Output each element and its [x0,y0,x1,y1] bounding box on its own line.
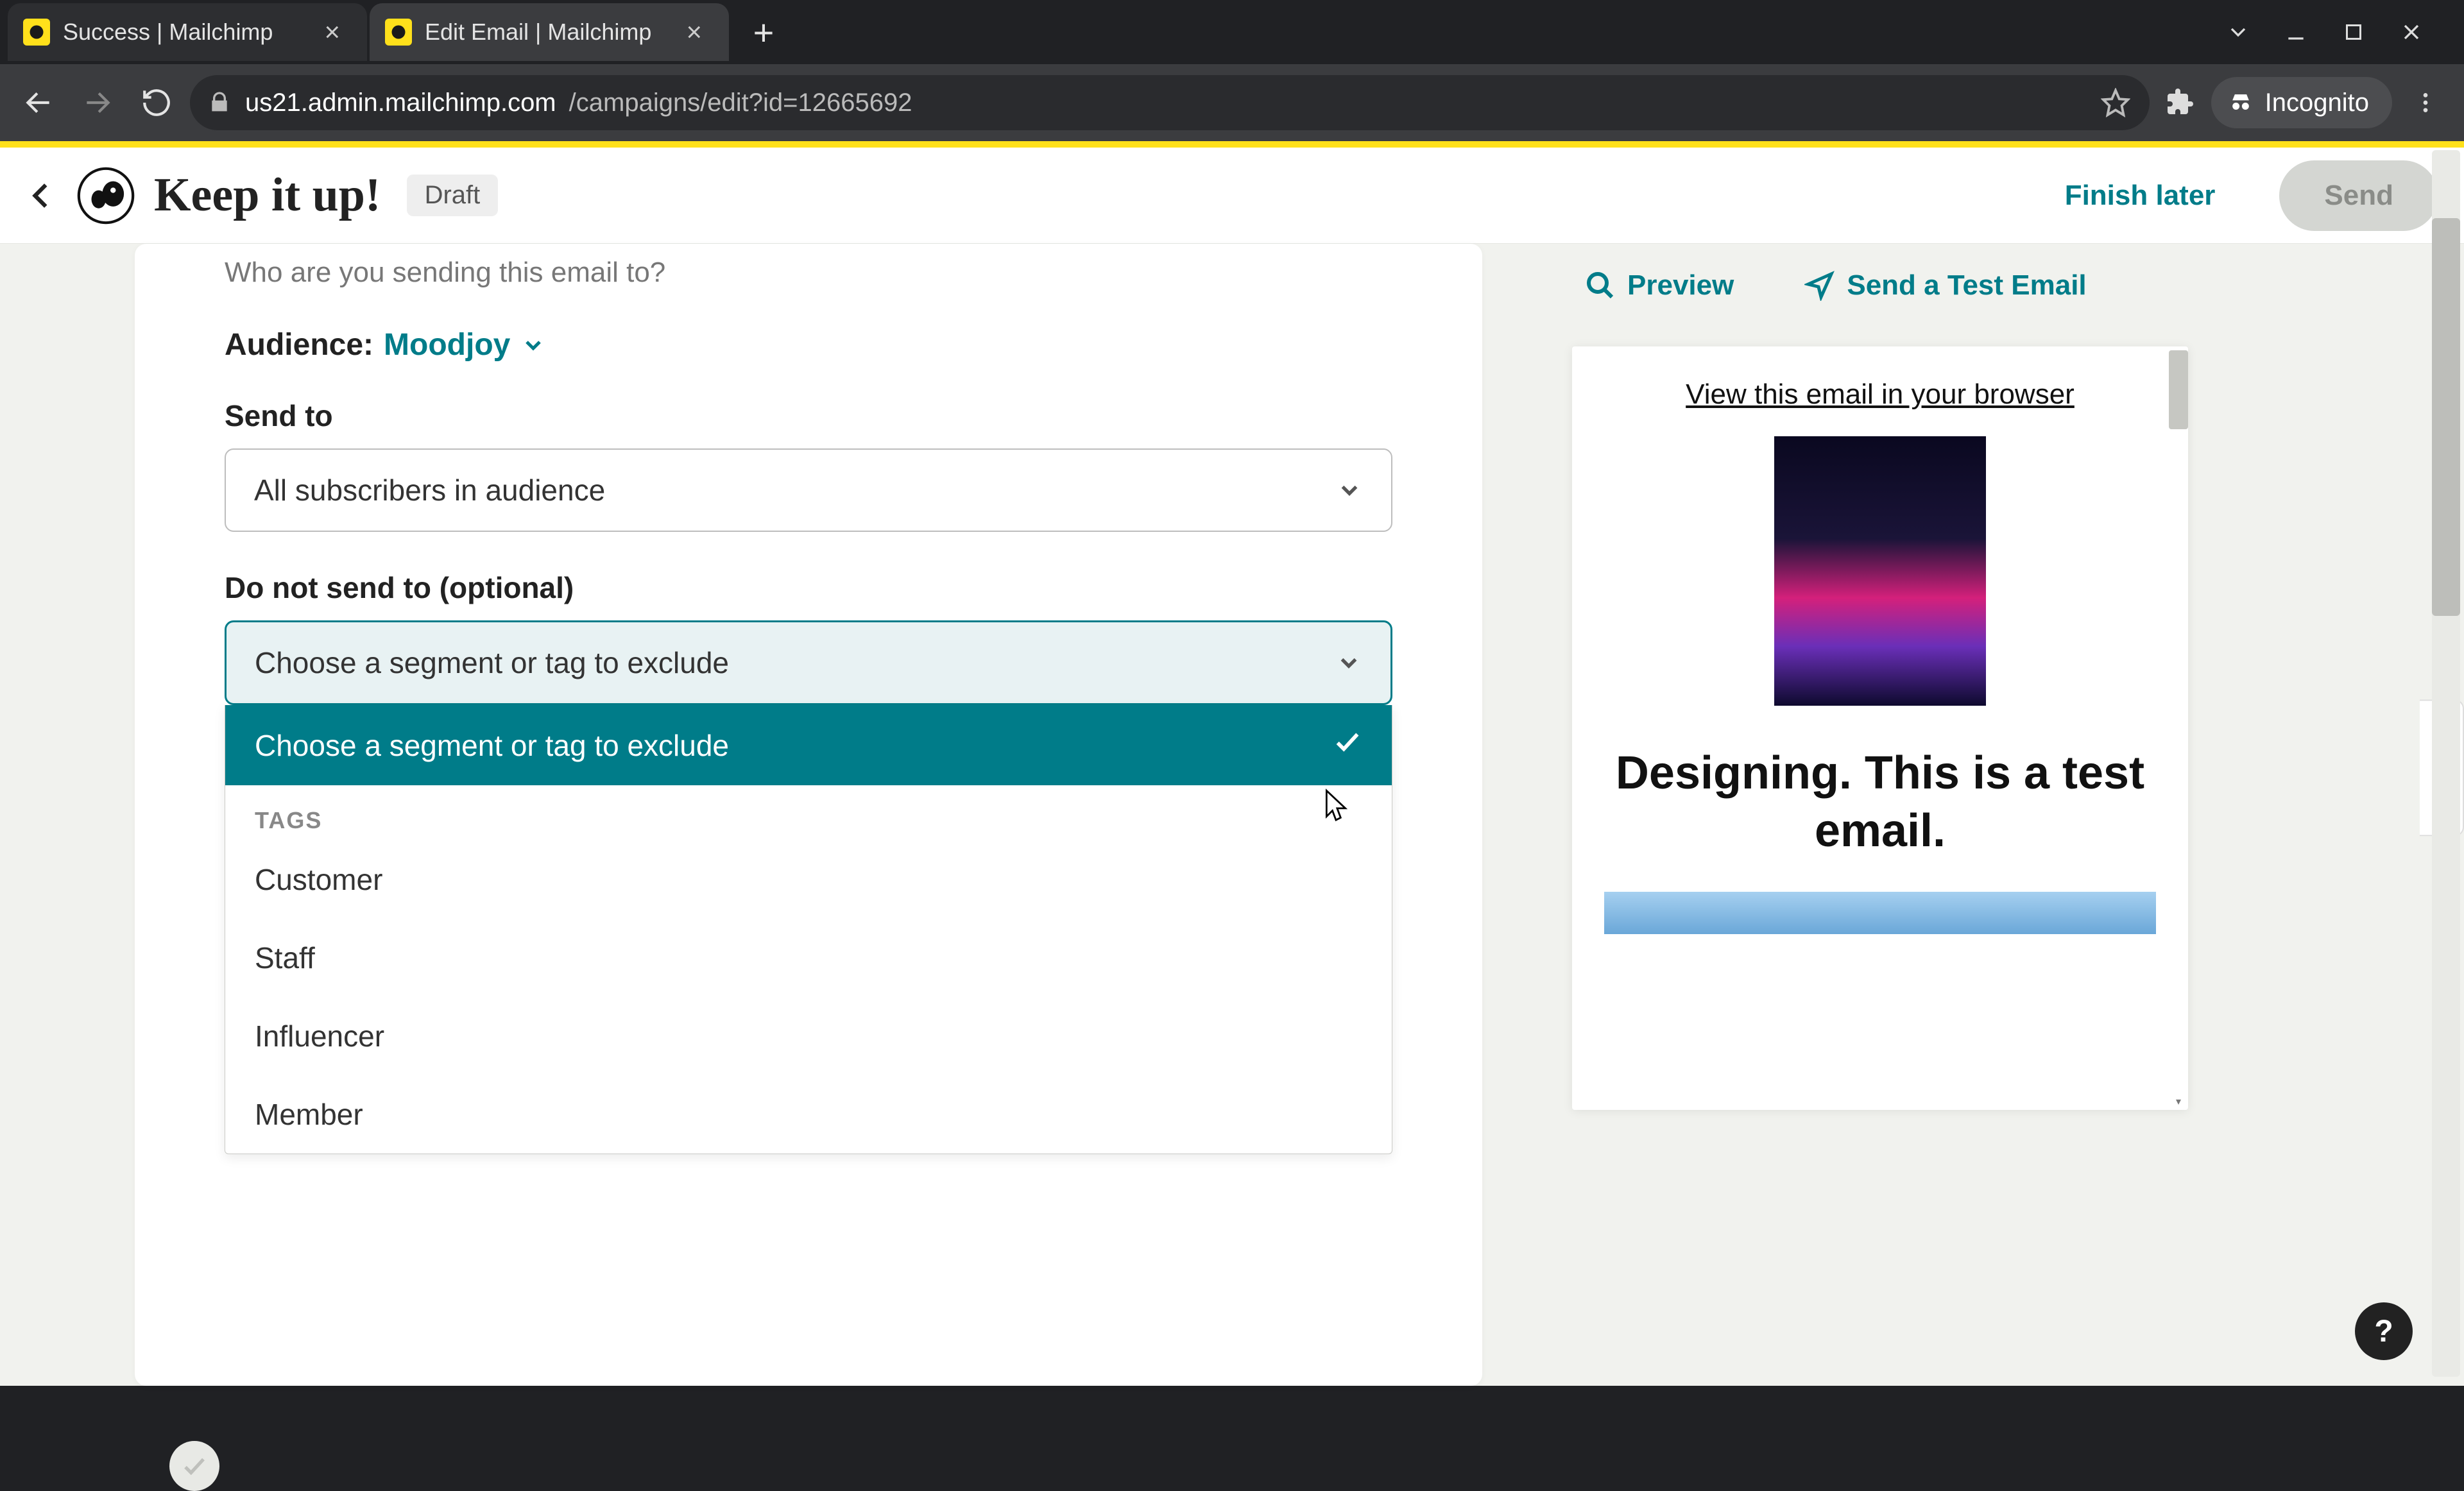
preview-actions: Preview Send a Test Email [1585,269,2304,302]
email-hero-image [1774,436,1986,706]
bookmark-star-icon[interactable] [2101,88,2130,117]
tab-title: Success | Mailchimp [63,19,305,46]
lock-icon [207,90,232,115]
minimize-icon[interactable] [2277,13,2315,51]
reload-button[interactable] [131,77,182,128]
dropdown-option-staff[interactable]: Staff [225,919,1392,997]
audience-row[interactable]: Audience: Moodjoy [225,327,1392,362]
email-preview-panel: ▴ View this email in your browser Design… [1572,346,2188,1110]
editor-card: Who are you sending this email to? Audie… [135,244,1482,1386]
send-to-label: Send to [225,398,1392,433]
chevron-down-icon [520,332,546,358]
browser-chrome: Success | Mailchimp × Edit Email | Mailc… [0,0,2464,141]
dropdown-group-header: TAGS [225,785,1392,840]
send-test-button[interactable]: Send a Test Email [1804,269,2086,302]
send-to-select[interactable]: All subscribers in audience [225,448,1392,532]
step-indicator [169,1441,219,1491]
page-scrollbar-thumb[interactable] [2432,218,2460,616]
audience-label: Audience: [225,327,373,362]
scroll-down-icon[interactable]: ▾ [2169,1092,2188,1110]
chevron-down-icon [1335,649,1362,676]
mailchimp-favicon-icon [23,19,50,46]
email-secondary-image [1604,892,2156,934]
section-subhead: Who are you sending this email to? [225,257,1392,289]
check-icon [1333,727,1362,763]
paper-plane-icon [1804,270,1835,301]
tab-title: Edit Email | Mailchimp [425,19,667,46]
sidebar: Preview Send a Test Email ▴ View this em… [1482,244,2329,1386]
incognito-badge[interactable]: Incognito [2211,77,2392,128]
browser-menu-button[interactable] [2400,77,2451,128]
exclude-label: Do not send to (optional) [225,570,1392,605]
forward-button[interactable] [72,77,123,128]
send-button[interactable]: Send [2279,160,2438,231]
window-controls [2219,13,2456,51]
mailchimp-logo-icon[interactable] [77,167,135,225]
send-test-label: Send a Test Email [1847,269,2086,302]
address-bar: us21.admin.mailchimp.com/campaigns/edit?… [0,64,2464,141]
dropdown-option-influencer[interactable]: Influencer [225,997,1392,1075]
back-button[interactable] [13,77,64,128]
maximize-icon[interactable] [2334,13,2373,51]
preview-scrollbar-thumb[interactable] [2169,350,2188,429]
close-icon[interactable]: × [680,14,708,50]
status-badge: Draft [407,175,499,216]
back-chevron-icon[interactable] [26,180,58,212]
url-path: /campaigns/edit?id=12665692 [569,89,912,117]
send-to-value: All subscribers in audience [254,473,605,507]
url-input[interactable]: us21.admin.mailchimp.com/campaigns/edit?… [190,75,2150,130]
chevron-down-icon [1336,477,1363,504]
extensions-icon[interactable] [2165,87,2196,118]
url-domain: us21.admin.mailchimp.com [245,89,556,117]
dropdown-option-member[interactable]: Member [225,1075,1392,1154]
tab-success[interactable]: Success | Mailchimp × [8,3,367,61]
dropdown-option-customer[interactable]: Customer [225,840,1392,919]
audience-value: Moodjoy [384,327,510,362]
mailchimp-favicon-icon [385,19,412,46]
campaign-title: Keep it up! [154,168,381,223]
content: Who are you sending this email to? Audie… [0,244,2464,1386]
app-header: Keep it up! Draft Finish later Send [0,148,2464,244]
tab-search-icon[interactable] [2219,13,2257,51]
new-tab-button[interactable]: + [744,13,783,51]
help-button[interactable]: ? [2355,1302,2413,1360]
dropdown-option-selected[interactable]: Choose a segment or tag to exclude [225,705,1392,785]
preview-label: Preview [1627,269,1734,302]
app-viewport: Keep it up! Draft Finish later Send Who … [0,141,2464,1386]
exclude-select[interactable]: Choose a segment or tag to exclude [225,620,1392,705]
window-close-icon[interactable] [2392,13,2431,51]
preview-button[interactable]: Preview [1585,269,1734,302]
close-icon[interactable]: × [318,14,346,50]
exclude-dropdown: Choose a segment or tag to exclude TAGS … [225,705,1392,1154]
tab-edit-email[interactable]: Edit Email | Mailchimp × [370,3,729,61]
incognito-icon [2227,89,2255,117]
tab-bar: Success | Mailchimp × Edit Email | Mailc… [0,0,2464,64]
finish-later-button[interactable]: Finish later [2039,163,2241,228]
dropdown-selected-label: Choose a segment or tag to exclude [255,728,729,763]
incognito-label: Incognito [2265,89,2369,117]
search-icon [1585,270,1616,301]
brand-accent-bar [0,141,2464,148]
view-in-browser-link[interactable]: View this email in your browser [1572,379,2188,411]
email-heading: Designing. This is a test email. [1572,744,2188,860]
exclude-value: Choose a segment or tag to exclude [255,645,729,680]
